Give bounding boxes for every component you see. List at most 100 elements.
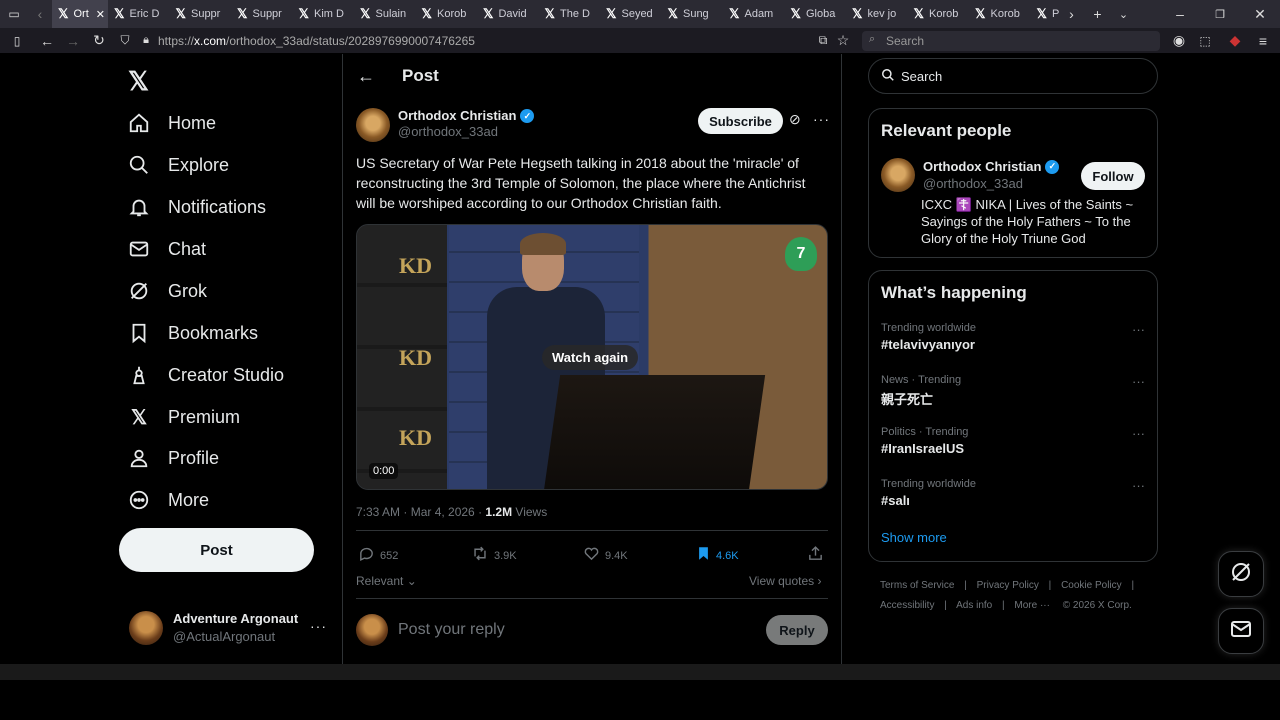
browser-tab-active[interactable]: 𝕏 Ort ✕ [52,0,108,28]
back-arrow-icon[interactable]: ← [357,66,375,87]
footer-accessibility-link[interactable]: Accessibility [880,600,934,611]
lock-icon[interactable]: 🔒︎ [138,28,154,54]
tab-overview-icon[interactable]: ▭ [0,1,28,27]
relevant-person-name[interactable]: Orthodox Christian [923,158,1041,175]
browser-tab[interactable]: 𝕏 Korob [908,0,970,28]
browser-tab[interactable]: 𝕏 Seyed [600,0,662,28]
tab-scroll-right-icon[interactable]: › [1059,1,1085,27]
reply-composer: Post your reply Reply [356,612,828,648]
trend-item[interactable]: News · Trending 親子死亡 ··· [881,374,1147,408]
nav-creator-studio[interactable]: Creator Studio [128,360,284,390]
forward-icon[interactable]: → [60,28,86,54]
maximize-window-icon[interactable]: ❐ [1200,1,1240,27]
post-header: ← Post [343,54,841,98]
nav-chat[interactable]: Chat [128,234,206,264]
tab-title: The D [559,8,590,20]
browser-tab[interactable]: 𝕏 Suppr [170,0,232,28]
author-handle[interactable]: @orthodox_33ad [398,124,534,140]
repost-action[interactable]: 3.9K [471,545,517,567]
author-avatar[interactable] [356,108,390,142]
nav-premium[interactable]: 𝕏 Premium [128,402,240,432]
tab-scroll-left-icon[interactable]: ‹ [28,1,52,27]
nav-notifications[interactable]: Notifications [128,192,266,222]
browser-tab[interactable]: 𝕏 Globa [785,0,847,28]
reply-input[interactable]: Post your reply [398,621,505,639]
account-icon[interactable]: ◉ [1166,28,1192,54]
follow-button[interactable]: Follow [1081,162,1145,190]
tab-list-icon[interactable]: ⌄ [1111,1,1137,27]
bookmark-star-icon[interactable]: ☆ [830,28,856,54]
sort-replies-dropdown[interactable]: Relevant ⌄ [356,574,417,588]
nav-more[interactable]: More [128,485,209,515]
shield-icon[interactable]: ⛉ [112,28,138,54]
browser-tab[interactable]: 𝕏 David [477,0,539,28]
show-more-link[interactable]: Show more [881,530,947,545]
browser-tab[interactable]: 𝕏 Kim D [293,0,355,28]
compose-post-button[interactable]: Post [119,528,314,572]
footer-privacy-link[interactable]: Privacy Policy [977,580,1039,591]
share-action[interactable] [807,545,824,567]
trend-more-icon[interactable]: ··· [1132,322,1145,337]
sidebar-toggle-icon[interactable]: ▯ [0,28,34,54]
browser-tab[interactable]: 𝕏 Adam [723,0,785,28]
browser-tab[interactable]: 𝕏 The D [539,0,601,28]
new-tab-icon[interactable]: + [1085,1,1111,27]
grok-explain-icon[interactable]: ⊘ [789,111,801,128]
nav-profile[interactable]: Profile [128,443,219,473]
menu-icon[interactable]: ≡ [1250,28,1276,54]
browser-tab[interactable]: 𝕏 Suppr [231,0,293,28]
ublock-icon[interactable]: ◆ [1222,28,1248,54]
account-more-icon[interactable]: ··· [310,618,327,634]
like-action[interactable]: 9.4K [583,545,628,567]
watch-again-button[interactable]: Watch again [542,345,639,370]
nav-explore[interactable]: Explore [128,150,229,180]
trend-more-icon[interactable]: ··· [1132,478,1145,493]
trend-item[interactable]: Trending worldwide #salı ··· [881,478,1147,508]
minimize-window-icon[interactable]: – [1160,1,1200,27]
trend-item[interactable]: Politics · Trending #IranIsraelUS ··· [881,426,1147,456]
footer-cookie-link[interactable]: Cookie Policy [1061,580,1122,591]
extensions-icon[interactable]: ⬚ [1192,28,1218,54]
nav-bookmarks[interactable]: Bookmarks [128,318,258,348]
footer-terms-link[interactable]: Terms of Service [880,580,954,591]
messages-float-button[interactable] [1218,608,1264,654]
relevant-person-handle[interactable]: @orthodox_33ad [923,175,1059,192]
reply-action[interactable]: 652 [358,545,398,567]
post-timestamp[interactable]: 7:33 AM · Mar 4, 2026 · [356,505,485,519]
x-logo-icon[interactable]: 𝕏 [128,66,149,97]
relevant-person[interactable]: Orthodox Christian ✓ @orthodox_33ad [881,158,1060,192]
browser-search-field[interactable]: ⌕ Search [862,31,1160,51]
trend-context: Trending worldwide [881,322,976,334]
video-player[interactable]: KD KD KD 7 Watch again 0:00 [356,224,828,490]
browser-tab[interactable]: 𝕏kev jo [846,0,908,28]
close-tab-icon[interactable]: ✕ [96,8,105,21]
footer-ads-info-link[interactable]: Ads info [956,600,992,611]
grok-float-button[interactable] [1218,551,1264,597]
search-input[interactable]: Search [868,58,1158,94]
author-name[interactable]: Orthodox Christian [398,108,516,124]
reload-icon[interactable]: ↻ [86,28,112,54]
browser-tab[interactable]: 𝕏 Korob [416,0,478,28]
browser-tab[interactable]: 𝕏 Sung [662,0,724,28]
close-window-icon[interactable]: ✕ [1240,1,1280,27]
browser-tab[interactable]: 𝕏 Korob [969,0,1031,28]
post-more-icon[interactable]: ··· [813,111,830,127]
subscribe-button[interactable]: Subscribe [698,108,783,134]
relevant-person-avatar[interactable] [881,158,915,192]
browser-tab[interactable]: 𝕏P [1031,0,1059,28]
account-switcher[interactable]: Adventure Argonaut @ActualArgonaut ··· [129,608,329,648]
browser-tab[interactable]: 𝕏 Eric D [108,0,170,28]
url-text[interactable]: https://x.com/orthodox_33ad/status/20289… [158,34,475,48]
back-icon[interactable]: ← [34,28,60,54]
trend-item[interactable]: Trending worldwide #telavivyanıyor ··· [881,322,1147,352]
nav-grok[interactable]: Grok [128,276,207,306]
reply-button[interactable]: Reply [766,615,828,645]
post-author[interactable]: Orthodox Christian ✓ @orthodox_33ad [356,108,535,142]
trend-more-icon[interactable]: ··· [1132,374,1145,389]
footer-more-link[interactable]: More ··· [1014,600,1050,611]
bookmark-action[interactable]: 4.6K [696,545,739,567]
trend-more-icon[interactable]: ··· [1132,426,1145,441]
browser-tab[interactable]: 𝕏 Sulain [354,0,416,28]
nav-home[interactable]: Home [128,108,216,138]
view-quotes-link[interactable]: View quotes › [749,574,822,588]
